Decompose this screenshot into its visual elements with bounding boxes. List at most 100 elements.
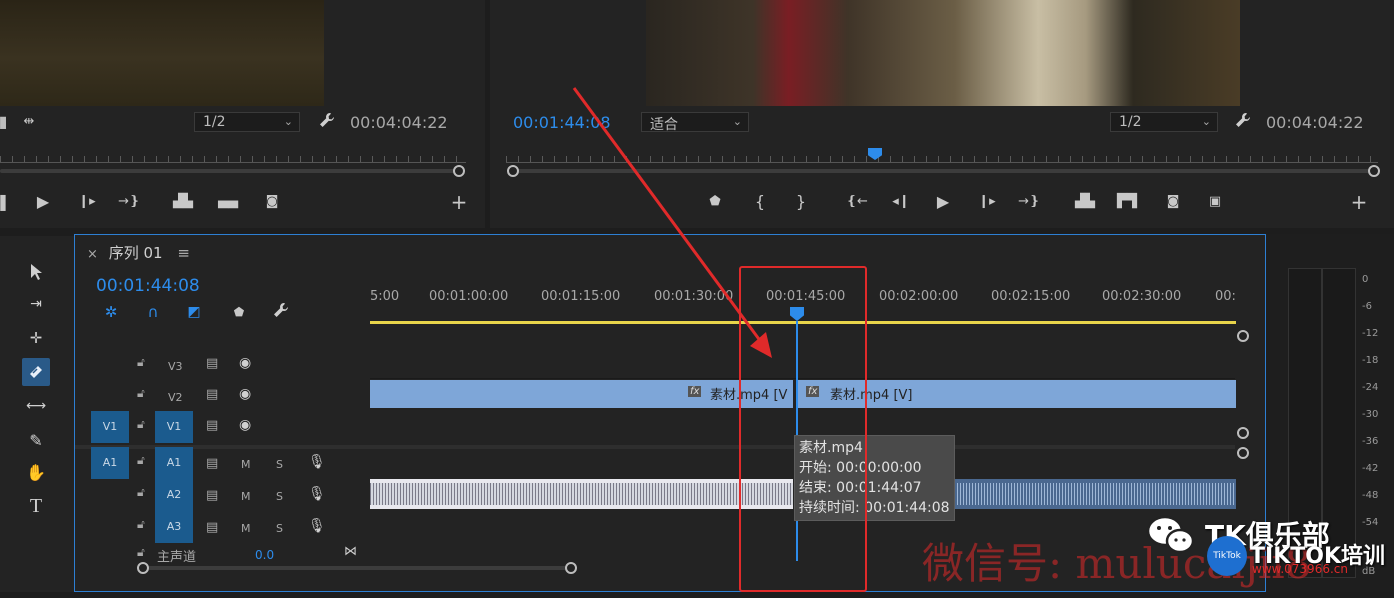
step-back-icon[interactable]: ◂❙ bbox=[890, 192, 912, 212]
lock-icon[interactable]: 🔓︎ bbox=[137, 517, 145, 532]
track-select-tool-icon[interactable]: ⇥ bbox=[22, 290, 50, 318]
drag-audio-icon[interactable]: ⇹ bbox=[18, 112, 40, 132]
track-target-v1[interactable]: V1 bbox=[155, 411, 193, 443]
insert-icon[interactable]: ▟▙ bbox=[172, 192, 194, 212]
mute-button[interactable]: M bbox=[241, 522, 251, 535]
pen-tool-icon[interactable]: ✎ bbox=[22, 426, 50, 454]
go-to-out-icon[interactable]: →❵ bbox=[1018, 192, 1040, 212]
snap-magnet-icon[interactable]: ∩ bbox=[142, 302, 164, 322]
program-scale-dropdown[interactable]: 1/2 ⌄ bbox=[1110, 112, 1218, 132]
selection-tool-icon[interactable] bbox=[22, 258, 50, 286]
razor-tool-icon[interactable] bbox=[22, 358, 50, 386]
nest-icon[interactable]: ✲ bbox=[100, 302, 122, 322]
ruler-tick bbox=[926, 156, 927, 162]
lock-icon[interactable]: 🔓︎ bbox=[137, 485, 145, 500]
microphone-icon[interactable]: 🎙︎ bbox=[308, 518, 326, 534]
eye-icon[interactable]: ◉ bbox=[239, 417, 251, 433]
play-icon[interactable]: ▶ bbox=[932, 192, 954, 212]
wrench-icon[interactable] bbox=[1232, 112, 1254, 132]
program-zoom-start-handle[interactable] bbox=[507, 165, 519, 177]
source-zoom-scrollbar[interactable] bbox=[0, 169, 458, 173]
source-time-ruler[interactable] bbox=[0, 152, 466, 164]
lock-icon[interactable]: 🔓︎ bbox=[137, 417, 145, 432]
eye-icon[interactable]: ◉ bbox=[239, 386, 251, 402]
linked-selection-icon[interactable]: ◩ bbox=[183, 302, 205, 322]
video-clip-left[interactable]: fx 素材.mp4 [V bbox=[370, 380, 793, 408]
sync-lock-icon[interactable]: ▤ bbox=[206, 387, 218, 402]
mute-button[interactable]: M bbox=[241, 490, 251, 503]
solo-button[interactable]: S bbox=[276, 458, 283, 471]
sync-lock-icon[interactable]: ▤ bbox=[206, 356, 218, 371]
source-patch-v1[interactable]: V1 bbox=[91, 411, 129, 443]
solo-button[interactable]: S bbox=[276, 490, 283, 503]
sync-lock-icon[interactable]: ▤ bbox=[206, 418, 218, 433]
wrench-icon[interactable] bbox=[316, 112, 338, 132]
lock-icon[interactable]: 🔓︎ bbox=[137, 545, 145, 560]
close-icon[interactable]: × bbox=[87, 247, 98, 262]
ruler-tick bbox=[0, 156, 1, 162]
step-forward-icon[interactable]: ❙▸ bbox=[76, 192, 98, 212]
track-header-a1: A1 🔓︎ A1 ▤ M S 🎙︎ bbox=[75, 447, 369, 479]
mark-out-icon[interactable]: } bbox=[790, 192, 812, 212]
add-button-icon[interactable]: + bbox=[1348, 192, 1370, 212]
source-patch-a1[interactable]: A1 bbox=[91, 447, 129, 479]
source-scale-dropdown[interactable]: 1/2 ⌄ bbox=[194, 112, 300, 132]
comparison-view-icon[interactable]: ▣ bbox=[1204, 192, 1226, 212]
audio-tracks-scroll-top-handle[interactable] bbox=[1237, 447, 1249, 459]
ruler-tick bbox=[998, 156, 999, 162]
play-icon[interactable]: ▶ bbox=[32, 192, 54, 212]
ripple-edit-tool-icon[interactable]: ✛ bbox=[22, 324, 50, 352]
camera-icon[interactable]: ◙ bbox=[1162, 192, 1184, 212]
track-target-a1[interactable]: A1 bbox=[155, 447, 193, 479]
overwrite-icon[interactable]: ▄▄ bbox=[217, 192, 239, 212]
ruler-tick bbox=[1190, 156, 1191, 162]
hand-tool-icon[interactable]: ✋ bbox=[22, 458, 50, 486]
lock-icon[interactable]: 🔓︎ bbox=[137, 355, 145, 370]
sync-lock-icon[interactable]: ▤ bbox=[206, 456, 218, 471]
sequence-tab[interactable]: × 序列 01 ≡ bbox=[87, 242, 190, 263]
master-volume-value[interactable]: 0.0 bbox=[255, 548, 274, 562]
add-marker-icon[interactable]: ⬟ bbox=[228, 302, 250, 322]
go-to-out-icon[interactable]: →❵ bbox=[118, 192, 140, 212]
step-back-icon[interactable]: ❚ bbox=[0, 192, 14, 212]
source-zoom-handle[interactable] bbox=[453, 165, 465, 177]
timeline-settings-wrench-icon[interactable] bbox=[270, 302, 292, 322]
ruler-tick bbox=[1262, 156, 1263, 162]
ruler-tick bbox=[276, 156, 277, 162]
meter-tick-label: -42 bbox=[1362, 463, 1379, 474]
ruler-tick bbox=[96, 156, 97, 162]
slip-tool-icon[interactable]: ⟷ bbox=[22, 392, 50, 420]
eye-icon[interactable]: ◉ bbox=[239, 355, 251, 371]
microphone-icon[interactable]: 🎙︎ bbox=[308, 454, 326, 470]
lift-icon[interactable]: ▟▙ bbox=[1074, 192, 1096, 212]
video-tracks-scroll-bottom-handle[interactable] bbox=[1237, 427, 1249, 439]
type-tool-icon[interactable]: T bbox=[22, 492, 50, 520]
solo-button[interactable]: S bbox=[276, 522, 283, 535]
lock-icon[interactable]: 🔓︎ bbox=[137, 386, 145, 401]
add-button-icon[interactable]: + bbox=[448, 192, 470, 212]
track-target-a3[interactable]: A3 bbox=[155, 511, 193, 543]
audio-clip-left[interactable] bbox=[370, 479, 793, 509]
timeline-scroll-start-handle[interactable] bbox=[137, 562, 149, 574]
mute-button[interactable]: M bbox=[241, 458, 251, 471]
sync-lock-icon[interactable]: ▤ bbox=[206, 520, 218, 535]
sync-lock-icon[interactable]: ▤ bbox=[206, 488, 218, 503]
extract-icon[interactable]: ▛▜ bbox=[1116, 192, 1138, 212]
go-to-in-icon[interactable]: ❴← bbox=[846, 192, 868, 212]
ruler-tick bbox=[854, 156, 855, 162]
insert-edit-icon[interactable]: ▮ bbox=[0, 112, 14, 132]
step-forward-icon[interactable]: ❙▸ bbox=[976, 192, 998, 212]
timeline-horizontal-scrollbar[interactable] bbox=[147, 566, 571, 570]
program-zoom-end-handle[interactable] bbox=[1368, 165, 1380, 177]
camera-icon[interactable]: ◙ bbox=[261, 192, 283, 212]
video-tracks-scroll-top-handle[interactable] bbox=[1237, 330, 1249, 342]
lock-icon[interactable]: 🔓︎ bbox=[137, 453, 145, 468]
timeline-current-timecode[interactable]: 00:01:44:08 bbox=[96, 276, 200, 296]
ruler-tick bbox=[986, 156, 987, 162]
microphone-icon[interactable]: 🎙︎ bbox=[308, 486, 326, 502]
ruler-tick bbox=[842, 156, 843, 162]
bowtie-icon[interactable]: ⋈ bbox=[344, 544, 357, 559]
panel-menu-icon[interactable]: ≡ bbox=[177, 244, 190, 262]
track-target-a2[interactable]: A2 bbox=[155, 479, 193, 511]
timeline-scroll-end-handle[interactable] bbox=[565, 562, 577, 574]
